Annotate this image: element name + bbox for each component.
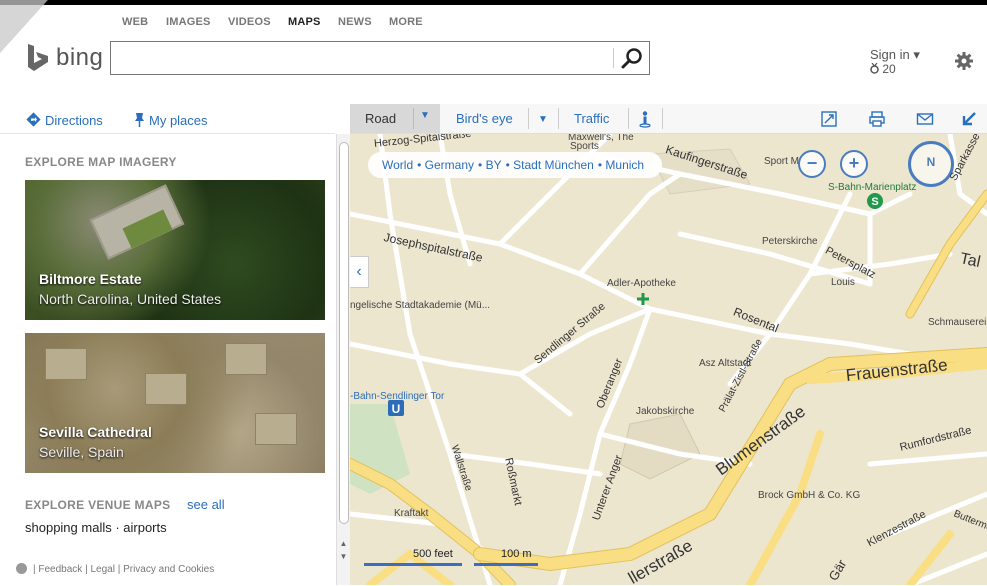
tile-block-shape — [145, 373, 187, 405]
bing-logo-icon — [28, 44, 48, 71]
map-toolbar: Road ▼ Bird's eye ▼ Traffic — [350, 104, 987, 134]
pushpin-icon — [135, 113, 144, 127]
svg-text:U: U — [392, 402, 401, 416]
compass-north-label: N — [926, 155, 936, 169]
road-label: Road — [365, 111, 397, 126]
print-icon[interactable] — [868, 110, 886, 128]
tile-subtitle: North Carolina, United States — [39, 291, 222, 307]
scope-images[interactable]: IMAGES — [166, 16, 211, 28]
footer-links: | Feedback | Legal | Privacy and Cookies — [16, 563, 214, 575]
scope-videos[interactable]: VIDEOS — [228, 16, 271, 28]
scope-more[interactable]: MORE — [389, 16, 423, 28]
breadcrumb-germany[interactable]: Germany — [425, 158, 474, 172]
birds-eye-button[interactable]: Bird's eye — [456, 111, 513, 126]
road-dropdown-icon[interactable]: ▼ — [420, 110, 430, 121]
map-label: Adler-Apotheke — [607, 278, 676, 289]
map-label: Schmauserei — [928, 317, 987, 328]
search-input[interactable] — [110, 41, 650, 75]
scroll-down-arrow[interactable]: ▼ — [339, 552, 348, 561]
location-breadcrumb: World • Germany • BY • Stadt München • Munic… — [368, 152, 663, 178]
bing-logo[interactable]: bing — [26, 44, 106, 74]
streetside-person-icon[interactable] — [636, 110, 654, 128]
map-label: Sports — [570, 141, 599, 152]
scale-meters: 100 m — [501, 548, 532, 560]
tile-title: Biltmore Estate — [39, 271, 142, 287]
explore-imagery-heading: EXPLORE MAP IMAGERY — [25, 155, 177, 169]
rewards-count: 20 — [882, 62, 896, 76]
zoom-in-button[interactable]: + — [840, 150, 868, 178]
footer-text[interactable]: | Feedback | Legal | Privacy and Cookies — [33, 564, 214, 575]
breadcrumb-munich[interactable]: Munich — [605, 158, 644, 172]
toolbar-separator — [558, 108, 559, 129]
scope-web[interactable]: WEB — [122, 16, 148, 28]
map-label: -Bahn-Sendlinger Tor — [350, 391, 445, 402]
scope-news[interactable]: NEWS — [338, 16, 372, 28]
help-icon[interactable] — [16, 563, 27, 574]
logo-text: bing — [56, 44, 104, 71]
gear-icon[interactable] — [955, 52, 973, 70]
road-view-button[interactable]: Road ▼ — [350, 104, 440, 133]
venue-links[interactable]: shopping malls · airports — [25, 520, 167, 535]
map-label: S-Bahn-Marienplatz — [828, 182, 917, 193]
birds-eye-dropdown-icon[interactable]: ▼ — [538, 114, 548, 125]
rewards-medal-icon — [870, 62, 879, 74]
tile-block-shape — [45, 348, 87, 380]
breadcrumb-by[interactable]: BY — [486, 158, 502, 172]
map-label: Jakobskirche — [636, 406, 695, 417]
road-split — [413, 108, 414, 129]
tile-title: Sevilla Cathedral — [39, 424, 152, 440]
share-arrow-icon[interactable] — [960, 110, 978, 128]
toolbar-separator — [662, 108, 663, 129]
map-label: ngelische Stadtakademie (Mü... — [350, 300, 491, 311]
rewards-badge[interactable]: 20 — [870, 62, 896, 76]
imagery-tile-biltmore[interactable]: Biltmore Estate North Carolina, United S… — [25, 180, 325, 320]
see-all-link[interactable]: see all — [187, 497, 225, 512]
street-label: Tal — [958, 250, 982, 272]
scale-bar-feet — [364, 563, 462, 566]
top-bar — [0, 0, 987, 5]
traffic-button[interactable]: Traffic — [574, 111, 609, 126]
map-roads: S U — [350, 134, 987, 585]
zoom-out-button[interactable]: − — [798, 150, 826, 178]
collapse-panel-button[interactable]: ‹ — [350, 256, 369, 288]
scale-feet: 500 feet — [413, 548, 453, 560]
map-label: Peterskirche — [762, 236, 818, 247]
scroll-up-arrow[interactable]: ▲ — [339, 539, 348, 548]
search-divider — [613, 48, 614, 68]
directions-icon — [26, 112, 41, 127]
breadcrumb-world[interactable]: World — [382, 158, 413, 172]
explore-venue-heading: EXPLORE VENUE MAPS — [25, 498, 171, 512]
map-label: Louis — [831, 277, 855, 288]
scope-maps[interactable]: MAPS — [288, 16, 321, 28]
map-label: Kraftakt — [394, 508, 429, 519]
sign-in-link[interactable]: Sign in ▾ — [870, 47, 920, 63]
map-label: Brock GmbH & Co. KG — [758, 490, 861, 501]
imagery-tile-sevilla[interactable]: Sevilla Cathedral Seville, Spain — [25, 333, 325, 473]
tile-subtitle: Seville, Spain — [39, 444, 124, 460]
breadcrumb-stadt[interactable]: Stadt München — [513, 158, 594, 172]
fullscreen-icon[interactable] — [820, 110, 838, 128]
email-icon[interactable] — [916, 110, 934, 128]
scroll-thumb[interactable] — [339, 142, 349, 524]
my-places-link[interactable]: My places — [134, 112, 208, 128]
compass-control[interactable]: N — [908, 141, 954, 187]
left-panel-scrollbar[interactable]: ▲ ▼ — [336, 134, 350, 585]
my-places-label: My places — [149, 113, 208, 128]
map-label: Sport M — [764, 156, 800, 167]
tile-block-shape — [255, 413, 297, 445]
scale-bar-meters — [474, 563, 538, 566]
toolbar-separator — [628, 108, 629, 129]
directions-link[interactable]: Directions — [26, 112, 103, 128]
toolbar-separator — [528, 108, 529, 129]
directions-label: Directions — [45, 113, 103, 128]
tile-block-shape — [225, 343, 267, 375]
map-canvas[interactable]: S U World • Germany • BY • Stadt München • M… — [350, 134, 987, 585]
search-icon[interactable] — [619, 46, 645, 70]
svg-text:S: S — [871, 196, 878, 208]
